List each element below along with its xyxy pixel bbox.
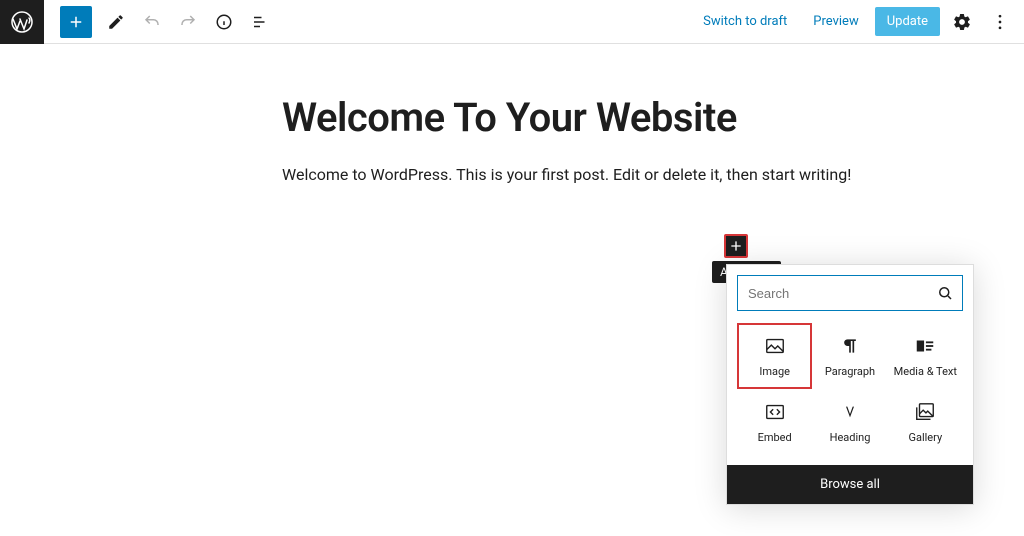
block-item-embed[interactable]: Embed	[737, 389, 812, 455]
add-block-button[interactable]	[724, 234, 748, 258]
block-label: Gallery	[908, 431, 942, 444]
toggle-inserter-button[interactable]	[60, 6, 92, 38]
undo-icon	[143, 13, 161, 31]
paragraph-icon	[839, 335, 861, 357]
block-label: Image	[759, 365, 790, 378]
block-inserter-popover: Image Paragraph Media & Text Embed	[726, 264, 974, 505]
redo-button[interactable]	[176, 10, 200, 34]
details-button[interactable]	[212, 10, 236, 34]
inserter-search-box[interactable]	[737, 275, 963, 311]
gear-icon	[952, 12, 972, 32]
preview-link[interactable]: Preview	[803, 8, 868, 35]
plus-icon	[67, 13, 85, 31]
toolbar-right: Switch to draft Preview Update	[693, 7, 1016, 36]
more-options-button[interactable]	[988, 10, 1012, 34]
undo-button[interactable]	[140, 10, 164, 34]
plus-icon	[728, 238, 744, 254]
wordpress-icon	[10, 10, 34, 34]
editor-toolbar: Switch to draft Preview Update	[0, 0, 1024, 44]
wordpress-logo[interactable]	[0, 0, 44, 44]
block-item-media-text[interactable]: Media & Text	[888, 323, 963, 389]
block-grid: Image Paragraph Media & Text Embed	[727, 319, 973, 465]
post-title[interactable]: Welcome To Your Website	[282, 94, 1024, 141]
pencil-icon	[107, 13, 125, 31]
inserter-search-wrap	[727, 265, 973, 319]
block-item-image[interactable]: Image	[737, 323, 812, 389]
editor-content: Welcome To Your Website Welcome to WordP…	[0, 44, 1024, 184]
update-button[interactable]: Update	[875, 7, 940, 36]
info-icon	[215, 13, 233, 31]
block-item-heading[interactable]: Heading	[812, 389, 887, 455]
switch-to-draft-link[interactable]: Switch to draft	[693, 8, 797, 35]
gallery-icon	[914, 401, 936, 423]
post-body[interactable]: Welcome to WordPress. This is your first…	[282, 165, 1024, 184]
embed-icon	[764, 401, 786, 423]
more-vertical-icon	[990, 12, 1010, 32]
block-item-gallery[interactable]: Gallery	[888, 389, 963, 455]
heading-icon	[839, 401, 861, 423]
search-icon	[936, 284, 954, 302]
outline-button[interactable]	[248, 10, 272, 34]
toolbar-left	[0, 0, 272, 44]
image-icon	[764, 335, 786, 357]
block-label: Paragraph	[825, 365, 875, 378]
block-label: Media & Text	[894, 365, 957, 378]
tools-button[interactable]	[104, 10, 128, 34]
media-text-icon	[914, 335, 936, 357]
list-icon	[251, 13, 269, 31]
block-label: Heading	[830, 431, 871, 444]
search-input[interactable]	[748, 286, 936, 301]
block-label: Embed	[758, 431, 792, 444]
redo-icon	[179, 13, 197, 31]
browse-all-button[interactable]: Browse all	[727, 465, 973, 504]
settings-button[interactable]	[950, 10, 974, 34]
block-item-paragraph[interactable]: Paragraph	[812, 323, 887, 389]
